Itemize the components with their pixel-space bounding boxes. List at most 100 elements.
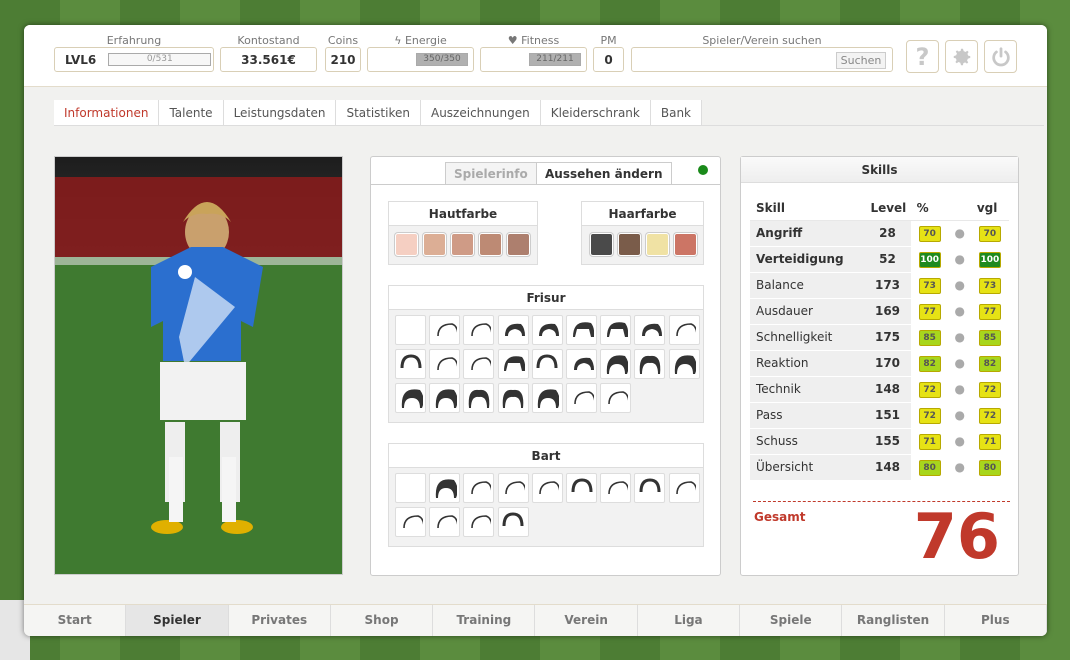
tab-bank[interactable]: Bank [650, 100, 702, 126]
nav-shop[interactable]: Shop [331, 605, 434, 636]
nav-spieler[interactable]: Spieler [126, 605, 229, 636]
logout-button[interactable] [984, 40, 1017, 73]
nav-ranglisten[interactable]: Ranglisten [842, 605, 945, 636]
skill-percent-badge: 100 [918, 251, 941, 268]
skill-level: 155 [864, 428, 911, 455]
beard-option[interactable] [600, 473, 632, 503]
skill-percent-badge: 85 [918, 329, 941, 346]
search-input[interactable]: Suchen [631, 47, 893, 72]
skill-percent-badge: 71 [918, 433, 941, 450]
beard-option[interactable] [395, 473, 426, 503]
nav-liga[interactable]: Liga [638, 605, 741, 636]
heart-icon: ♥ [507, 34, 518, 47]
hairstyle-option[interactable] [395, 383, 426, 413]
hairstyle-icon [504, 356, 526, 371]
hairstyle-option[interactable] [463, 315, 495, 345]
nav-verein[interactable]: Verein [535, 605, 638, 636]
search-button[interactable]: Suchen [836, 52, 886, 69]
tab-leistungsdaten[interactable]: Leistungsdaten [223, 100, 337, 126]
skill-level: 28 [864, 220, 911, 247]
hairstyle-option[interactable] [531, 349, 563, 379]
fitness-bar: 211/211 [529, 53, 581, 66]
hairstyle-option[interactable] [531, 383, 563, 413]
beard-option[interactable] [463, 473, 495, 503]
skill-compare-badge: 82 [978, 355, 1001, 372]
hairstyle-option[interactable] [668, 315, 700, 345]
hairstyle-title: Frisur [389, 286, 703, 310]
hairstyle-option[interactable] [566, 315, 597, 345]
hairstyle-option[interactable] [668, 349, 700, 379]
hairstyle-option[interactable] [395, 349, 426, 379]
skill-level: 169 [864, 298, 911, 325]
hairstyle-option[interactable] [497, 349, 529, 379]
beard-option[interactable] [497, 473, 529, 503]
hairstyle-option[interactable] [566, 383, 597, 413]
tab-talente[interactable]: Talente [159, 100, 224, 126]
hairstyle-option[interactable] [566, 349, 597, 379]
skill-name: Schuss [750, 428, 865, 455]
beard-option[interactable] [463, 507, 495, 537]
skin-swatch[interactable] [451, 233, 474, 256]
hair-swatch[interactable] [674, 233, 697, 256]
beard-option[interactable] [497, 507, 529, 537]
nav-start[interactable]: Start [24, 605, 127, 636]
skin-swatch[interactable] [507, 233, 530, 256]
hairstyle-option[interactable] [429, 315, 461, 345]
hair-swatch[interactable] [618, 233, 641, 256]
hairstyle-option[interactable] [600, 349, 632, 379]
hairstyle-option[interactable] [497, 383, 529, 413]
hairstyle-option[interactable] [429, 383, 461, 413]
tab-kleiderschrank[interactable]: Kleiderschrank [540, 100, 651, 126]
beard-option[interactable] [395, 507, 426, 537]
hairstyle-option[interactable] [634, 315, 666, 345]
balance-label: Kontostand [237, 34, 300, 47]
hairstyle-option[interactable] [600, 315, 632, 345]
hairstyle-option[interactable] [634, 349, 666, 379]
dot-icon: ● [948, 350, 971, 377]
beard-option[interactable] [429, 473, 461, 503]
hairstyle-option[interactable] [531, 315, 563, 345]
beard-option[interactable] [566, 473, 597, 503]
tab-aussehen-aendern[interactable]: Aussehen ändern [536, 162, 672, 184]
beard-option[interactable] [634, 473, 666, 503]
hairstyle-icon [505, 323, 526, 336]
hairstyle-icon [606, 355, 628, 374]
hairstyle-icon [471, 357, 491, 371]
hair-swatch[interactable] [590, 233, 613, 256]
tab-spielerinfo[interactable]: Spielerinfo [445, 162, 537, 184]
skin-color-title: Hautfarbe [389, 202, 537, 226]
nav-training[interactable]: Training [433, 605, 536, 636]
beard-option[interactable] [429, 507, 461, 537]
skin-swatch[interactable] [395, 233, 418, 256]
hairstyle-option[interactable] [463, 349, 495, 379]
nav-privates[interactable]: Privates [229, 605, 331, 636]
experience-label: Erfahrung [106, 34, 162, 47]
beard-icon [436, 515, 457, 529]
hairstyle-option[interactable] [429, 349, 461, 379]
skin-swatch[interactable] [479, 233, 502, 256]
beard-icon [639, 478, 661, 493]
nav-spiele[interactable]: Spiele [740, 605, 843, 636]
skills-panel: Skills Skill Level % vgl Angriff 28 70 ● 70 V… [740, 156, 1019, 576]
skill-row: Technik 148 72 ● 72 [750, 376, 1009, 403]
hairstyle-option[interactable] [497, 315, 529, 345]
hairstyle-option[interactable] [463, 383, 495, 413]
hair-swatch[interactable] [646, 233, 669, 256]
skill-name: Übersicht [750, 454, 865, 481]
tab-informationen[interactable]: Informationen [54, 100, 160, 126]
fitness-label: Fitness [521, 34, 560, 47]
help-button[interactable]: ? [906, 40, 939, 73]
hairstyle-icon [606, 322, 628, 337]
settings-button[interactable] [945, 40, 978, 73]
hairstyle-option[interactable] [600, 383, 632, 413]
skill-name: Pass [750, 402, 865, 429]
tab-statistiken[interactable]: Statistiken [336, 100, 421, 126]
beard-option[interactable] [668, 473, 700, 503]
skill-compare-badge: 72 [978, 407, 1001, 424]
nav-plus[interactable]: Plus [945, 605, 1047, 636]
tab-auszeichnungen[interactable]: Auszeichnungen [420, 100, 541, 126]
skin-swatch[interactable] [423, 233, 446, 256]
hairstyle-option[interactable] [395, 315, 426, 345]
hairstyle-icon [538, 389, 560, 408]
beard-option[interactable] [531, 473, 563, 503]
